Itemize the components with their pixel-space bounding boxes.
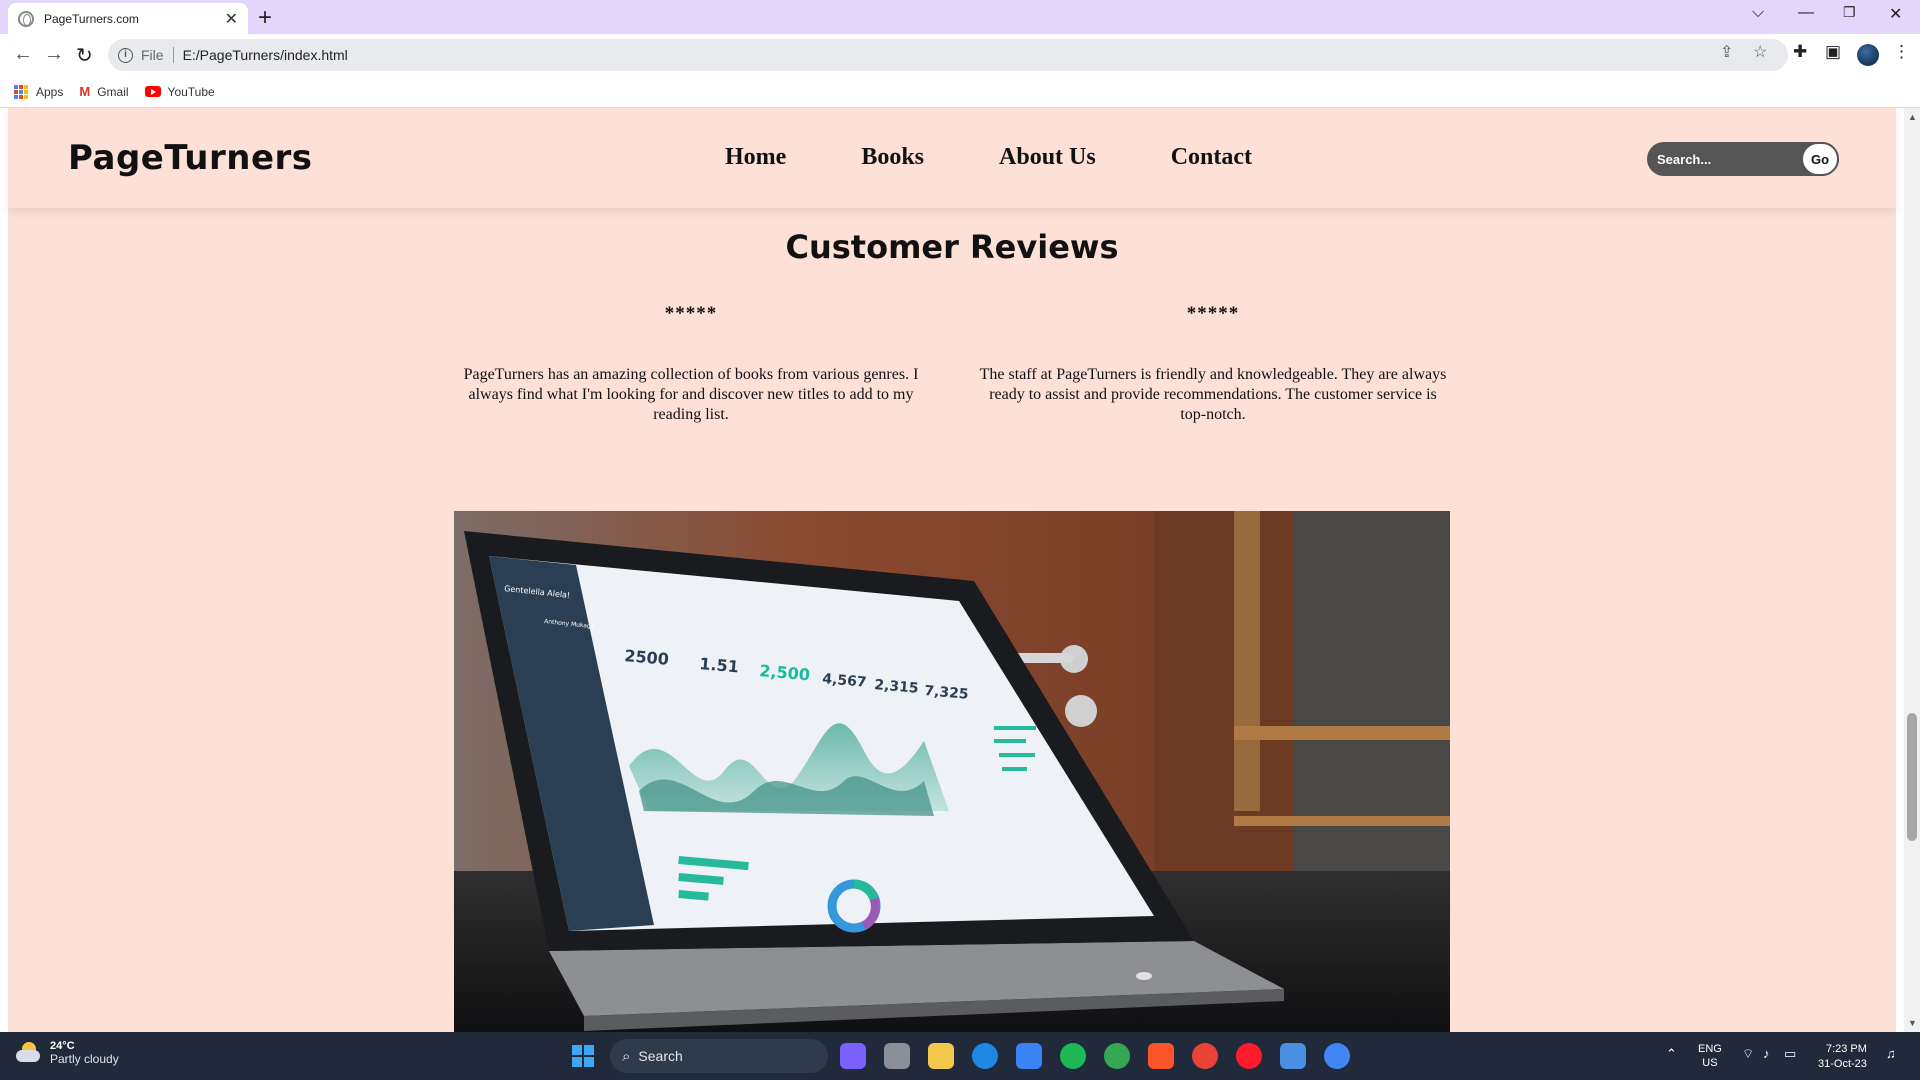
window-close-button[interactable]: ✕ [1889,4,1902,24]
page-scrollbar[interactable]: ▲ ▼ [1904,108,1920,1032]
search-icon: ⌕ [622,1047,631,1065]
address-url[interactable]: E:/PageTurners/index.html [183,47,348,63]
apps-grid-icon [14,84,28,99]
chrome-active-icon[interactable] [1324,1043,1350,1069]
bookmark-youtube[interactable]: YouTube [144,84,215,99]
tab-strip: PageTurners.com ✕ + ⌵ — ❐ ✕ [0,0,1920,34]
forward-arrow-icon[interactable]: → [44,43,64,66]
brave-icon[interactable] [1148,1043,1174,1069]
taskbar: 24°C Partly cloudy ⌕ Search ⌃ ENG US ⌔ ♪… [0,1032,1920,1080]
review-stars: ***** [664,303,718,324]
new-tab-button[interactable]: + [258,4,272,32]
wifi-icon[interactable]: ⌔ [1742,1046,1754,1062]
bookmark-label: YouTube [167,84,215,99]
language-code: ENG [1698,1043,1722,1055]
review-card: ***** PageTurners has an amazing collect… [456,303,926,425]
windows-start-icon[interactable] [572,1045,594,1067]
menu-dots-icon[interactable]: ⋮ [1893,42,1910,62]
browser-toolbar: ← → ↻ i File E:/PageTurners/index.html ⇪… [0,34,1920,76]
share-icon[interactable]: ⇪ [1720,42,1733,62]
reviews-title: Customer Reviews [785,228,1119,266]
spotify-icon[interactable] [1060,1043,1086,1069]
battery-icon[interactable]: ▭ [1784,1046,1796,1062]
minimize-button[interactable]: — [1798,4,1814,22]
notepad-icon[interactable] [1280,1043,1306,1069]
review-text: PageTurners has an amazing collection of… [463,366,919,423]
chrome-profile-icon[interactable] [1192,1043,1218,1069]
volume-icon[interactable]: ♪ [1763,1046,1770,1061]
tray-overflow-icon[interactable]: ⌃ [1666,1046,1677,1062]
chrome-icon[interactable] [1104,1043,1130,1069]
extensions-icon[interactable]: ✚ [1793,42,1807,62]
language-region: US [1702,1057,1718,1069]
partly-cloudy-icon [16,1042,42,1064]
browser-tab[interactable]: PageTurners.com ✕ [8,3,248,34]
globe-icon [18,10,34,27]
bookmark-star-icon[interactable]: ☆ [1753,42,1767,62]
bookmark-apps[interactable]: Apps [14,84,64,99]
stat-value: 2500 [624,646,670,669]
taskbar-apps [840,1043,1368,1069]
taskbar-search-label: Search [638,1048,683,1064]
widgets-app-icon[interactable] [840,1043,866,1069]
opera-icon[interactable] [1236,1043,1262,1069]
site-logo[interactable]: PageTurners [68,138,313,178]
address-scheme: File [141,47,174,63]
bookmark-label: Apps [36,84,64,99]
notification-bell-icon[interactable]: ♫ [1886,1046,1896,1061]
language-indicator[interactable]: ENG US [1698,1042,1722,1070]
review-card: ***** The staff at PageTurners is friend… [978,303,1448,425]
bookmarks-bar: Apps M Gmail YouTube [0,76,1920,108]
clock-time: 7:23 PM [1825,1043,1867,1055]
weather-temp: 24°C [50,1040,75,1052]
taskbar-search[interactable]: ⌕ Search [610,1039,828,1073]
laptop-photo-illustration: 2500 1.51 2,500 4,567 2,315 7,325 Gentel… [454,511,1450,1032]
restore-button[interactable]: ❐ [1843,4,1856,21]
page-viewport: PageTurners Home Books About Us Contact … [0,108,1920,1032]
stat-value: 1.51 [699,654,740,676]
task-view-icon[interactable] [884,1043,910,1069]
search-input[interactable]: Search... [1657,152,1801,167]
weather-widget[interactable]: 24°C Partly cloudy [16,1040,119,1066]
reload-icon[interactable]: ↻ [76,43,93,68]
edge-icon[interactable] [972,1043,998,1069]
scroll-down-icon[interactable]: ▼ [1908,1018,1917,1028]
scrollbar-thumb[interactable] [1907,713,1917,841]
nav-contact[interactable]: Contact [1171,144,1252,171]
scroll-up-icon[interactable]: ▲ [1908,112,1917,122]
nav-books[interactable]: Books [861,144,924,171]
weather-condition: Partly cloudy [50,1052,119,1066]
address-bar[interactable]: i File E:/PageTurners/index.html [108,39,1788,71]
bookmark-gmail[interactable]: M Gmail [79,84,128,99]
site-search: Search... Go [1647,142,1839,176]
side-panel-icon[interactable]: ▣ [1825,42,1841,62]
site-header: PageTurners Home Books About Us Contact … [8,108,1896,208]
tab-title: PageTurners.com [44,11,139,26]
gmail-icon: M [79,84,91,99]
tab-search-icon[interactable]: ⌵ [1752,4,1764,22]
main-nav: Home Books About Us Contact [725,144,1327,171]
file-explorer-icon[interactable] [928,1043,954,1069]
store-icon[interactable] [1016,1043,1042,1069]
youtube-icon [144,86,161,97]
clock-date: 31-Oct-23 [1818,1058,1867,1070]
nav-home[interactable]: Home [725,144,786,171]
close-tab-icon[interactable]: ✕ [225,9,238,29]
taskbar-clock[interactable]: 7:23 PM 31-Oct-23 [1818,1042,1867,1072]
page-content: PageTurners Home Books About Us Contact … [8,108,1896,1032]
profile-avatar[interactable] [1857,44,1879,66]
back-arrow-icon[interactable]: ← [13,43,33,66]
nav-about-us[interactable]: About Us [999,144,1096,171]
site-info-icon[interactable]: i [118,47,133,63]
review-text: The staff at PageTurners is friendly and… [979,366,1447,423]
bookmark-label: Gmail [97,84,129,99]
review-stars: ***** [1186,303,1240,324]
laptop-photo: 2500 1.51 2,500 4,567 2,315 7,325 Gentel… [454,511,1450,1032]
go-button[interactable]: Go [1801,142,1839,176]
